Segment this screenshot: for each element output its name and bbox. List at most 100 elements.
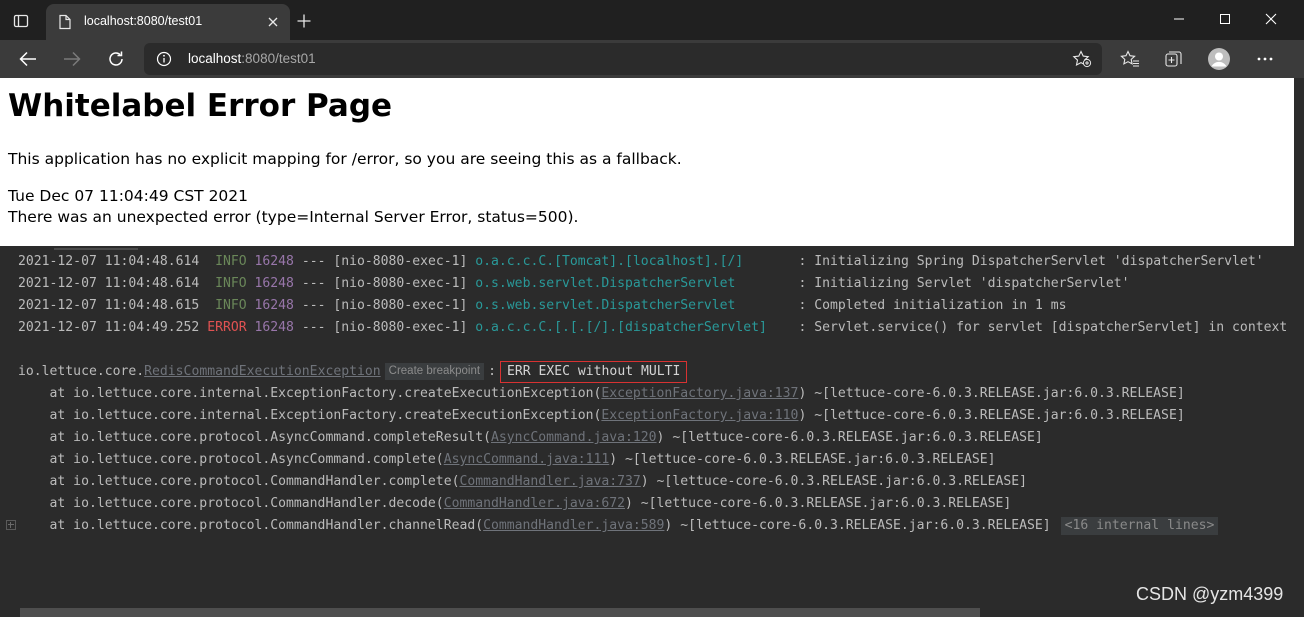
frame-method: at io.lettuce.core.internal.ExceptionFac… <box>18 408 602 423</box>
frame-source-link[interactable]: AsyncCommand.java:111 <box>444 452 610 467</box>
tab-strip: localhost:8080/test01 <box>0 0 1304 40</box>
log-sep: --- <box>293 298 334 313</box>
back-button[interactable] <box>14 47 42 71</box>
log-message: : Completed initialization in 1 ms <box>790 298 1067 313</box>
refresh-icon <box>109 51 123 66</box>
info-icon[interactable] <box>156 51 172 67</box>
stack-frame: at io.lettuce.core.protocol.AsyncCommand… <box>18 451 996 469</box>
browser-tab[interactable]: localhost:8080/test01 <box>46 4 290 40</box>
log-thread: [nio-8080-exec-1] <box>333 276 468 291</box>
frame-source-link[interactable]: CommandHandler.java:672 <box>444 496 625 511</box>
url-text[interactable]: localhost:8080/test01 <box>188 51 316 66</box>
log-logger[interactable]: o.s.web.servlet.DispatcherServlet <box>475 276 790 291</box>
log-line: 2021-12-07 11:04:49.252 ERROR 16248 --- … <box>18 319 1287 337</box>
star-plus-icon[interactable] <box>1072 50 1092 68</box>
log-pid: 16248 <box>254 320 294 335</box>
web-page-content: Whitelabel Error Page This application h… <box>0 78 1294 246</box>
log-time: 2021-12-07 11:04:49.252 <box>18 320 200 335</box>
frame-source-link[interactable]: CommandHandler.java:589 <box>483 518 664 533</box>
forward-button[interactable] <box>58 47 86 71</box>
log-time: 2021-12-07 11:04:48.615 <box>18 298 200 313</box>
log-pid: 16248 <box>254 254 294 269</box>
frame-method: at io.lettuce.core.protocol.AsyncCommand… <box>18 430 491 445</box>
error-status: There was an unexpected error (type=Inte… <box>8 208 579 226</box>
frame-method: at io.lettuce.core.protocol.CommandHandl… <box>18 496 444 511</box>
frame-method: at io.lettuce.core.protocol.CommandHandl… <box>18 474 460 489</box>
log-message: : Servlet.service() for servlet [dispatc… <box>790 320 1288 335</box>
frame-suffix: ) ~[lettuce-core-6.0.3.RELEASE.jar:6.0.3… <box>625 496 1012 511</box>
log-sep: --- <box>293 254 334 269</box>
profile-button[interactable] <box>1206 47 1232 71</box>
log-level: ERROR <box>207 320 247 335</box>
collections-icon <box>1165 51 1182 67</box>
maximize-button[interactable] <box>1202 0 1248 38</box>
internal-lines-fold[interactable]: <16 internal lines> <box>1060 517 1219 535</box>
frame-method: at io.lettuce.core.protocol.AsyncCommand… <box>18 452 444 467</box>
create-breakpoint-hint[interactable]: Create breakpoint <box>384 363 485 380</box>
log-thread: [nio-8080-exec-1] <box>333 298 468 313</box>
log-logger[interactable]: o.a.c.c.C.[.[.[/].[dispatcherServlet] <box>475 320 790 335</box>
favorites-icon <box>1120 50 1139 67</box>
stack-frame: at io.lettuce.core.internal.ExceptionFac… <box>18 407 1185 425</box>
exception-package: io.lettuce.core. <box>18 364 145 379</box>
log-level: INFO <box>207 298 247 313</box>
stack-frame: at io.lettuce.core.protocol.AsyncCommand… <box>18 429 1043 447</box>
url-host: localhost <box>188 51 242 66</box>
frame-source-link[interactable]: CommandHandler.java:737 <box>459 474 640 489</box>
log-pid: 16248 <box>254 298 294 313</box>
horizontal-scrollbar[interactable] <box>20 608 980 617</box>
log-thread: [nio-8080-exec-1] <box>333 320 468 335</box>
stack-frame: at io.lettuce.core.internal.ExceptionFac… <box>18 385 1185 403</box>
log-sep: --- <box>293 320 334 335</box>
profile-avatar-icon <box>1208 48 1230 70</box>
log-pid: 16248 <box>254 276 294 291</box>
stack-frame: at io.lettuce.core.protocol.CommandHandl… <box>18 473 1028 491</box>
log-line: 2021-12-07 11:04:48.614 INFO 16248 --- [… <box>18 275 1130 293</box>
tab-actions-button[interactable] <box>10 10 32 32</box>
window-close-icon <box>1265 13 1277 25</box>
error-timestamp: Tue Dec 07 11:04:49 CST 2021 <box>8 187 249 205</box>
more-menu-button[interactable] <box>1252 47 1278 71</box>
page-icon <box>59 14 71 30</box>
log-sep: --- <box>293 276 334 291</box>
frame-suffix: ) ~[lettuce-core-6.0.3.RELEASE.jar:6.0.3… <box>798 408 1185 423</box>
minimize-button[interactable] <box>1156 0 1202 38</box>
refresh-button[interactable] <box>102 47 130 71</box>
expand-fold-icon[interactable] <box>6 520 16 530</box>
favorites-button[interactable] <box>1117 47 1143 71</box>
frame-method: at io.lettuce.core.protocol.CommandHandl… <box>18 518 484 533</box>
exception-class-link[interactable]: RedisCommandExecutionException <box>144 364 381 379</box>
tab-title: localhost:8080/test01 <box>84 14 203 28</box>
log-message: : Initializing Servlet 'dispatcherServle… <box>790 276 1130 291</box>
frame-source-link[interactable]: AsyncCommand.java:120 <box>491 430 657 445</box>
log-level: INFO <box>207 276 247 291</box>
console-tab-edge <box>54 248 138 250</box>
watermark-text: CSDN @yzm4399 <box>1136 584 1284 604</box>
collections-button[interactable] <box>1161 47 1187 71</box>
more-dots-icon <box>1257 57 1273 61</box>
address-bar[interactable]: localhost:8080/test01 <box>144 43 1102 75</box>
url-path: :8080/test01 <box>241 51 316 66</box>
page-edge <box>1294 78 1304 246</box>
frame-suffix: ) ~[lettuce-core-6.0.3.RELEASE.jar:6.0.3… <box>609 452 996 467</box>
back-arrow-icon <box>19 51 36 67</box>
frame-suffix: ) ~[lettuce-core-6.0.3.RELEASE.jar:6.0.3… <box>656 430 1043 445</box>
frame-source-link[interactable]: ExceptionFactory.java:137 <box>601 386 798 401</box>
log-logger[interactable]: o.s.web.servlet.DispatcherServlet <box>475 298 790 313</box>
window-close-button[interactable] <box>1248 0 1294 38</box>
log-level: INFO <box>207 254 247 269</box>
exception-separator: : <box>488 364 496 379</box>
stack-frame: at io.lettuce.core.protocol.CommandHandl… <box>18 495 1012 513</box>
close-tab-button[interactable] <box>264 13 282 31</box>
exception-message-highlight: ERR EXEC without MULTI <box>499 361 688 383</box>
log-logger[interactable]: o.a.c.c.C.[Tomcat].[localhost].[/] <box>475 254 790 269</box>
exception-line: io.lettuce.core.RedisCommandExecutionExc… <box>18 361 688 383</box>
new-tab-button[interactable] <box>294 11 314 31</box>
frame-source-link[interactable]: ExceptionFactory.java:110 <box>601 408 798 423</box>
log-thread: [nio-8080-exec-1] <box>333 254 468 269</box>
log-line: 2021-12-07 11:04:48.614 INFO 16248 --- [… <box>18 253 1264 271</box>
page-title: Whitelabel Error Page <box>8 88 393 124</box>
tab-actions-icon <box>13 14 29 28</box>
close-icon <box>268 17 278 27</box>
plus-icon <box>297 14 311 28</box>
